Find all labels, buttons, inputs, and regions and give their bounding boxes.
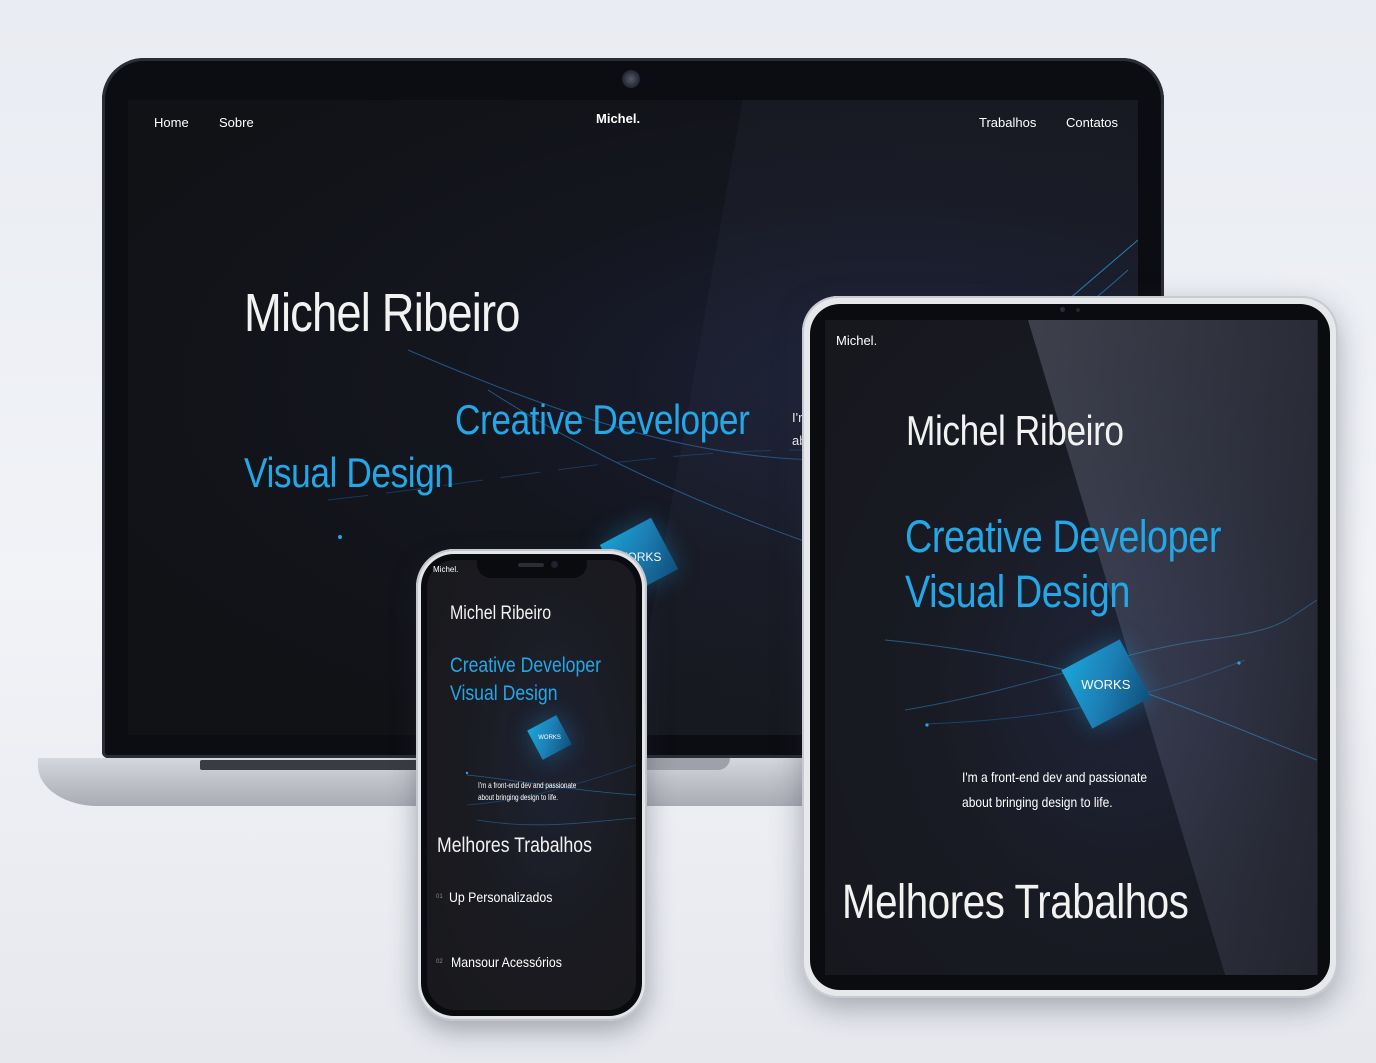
list-item[interactable]: 02 Mansour Acessórios — [435, 951, 615, 975]
tablet-camera-icon — [1060, 307, 1065, 312]
tablet-sensor-icon — [1076, 308, 1080, 312]
phone-tagline-line-1: I'm a front-end dev and passionate — [478, 781, 577, 790]
brand-logo[interactable]: Michel. — [596, 111, 640, 126]
list-item[interactable]: 01 Up Personalizados — [435, 886, 615, 910]
phone-hero-name: Michel Ribeiro — [450, 603, 552, 624]
work-item-title: Mansour Acessórios — [451, 954, 562, 970]
phone-notch — [477, 556, 587, 578]
tablet-hero-role-visual: Visual Design — [905, 566, 1130, 617]
tablet-tagline-line-1: I'm a front-end dev and passionate — [962, 769, 1148, 785]
hero-role-creative: Creative Developer — [455, 396, 750, 443]
tablet-works-badge-label: WORKS — [1081, 676, 1131, 692]
nav-trabalhos-link[interactable]: Trabalhos — [979, 115, 1036, 130]
phone-hero-role-visual: Visual Design — [450, 682, 558, 705]
hero-name: Michel Ribeiro — [244, 283, 520, 343]
camera-icon — [622, 70, 640, 88]
nav-home-link[interactable]: Home — [154, 115, 189, 130]
tablet-hero-role-creative: Creative Developer — [905, 511, 1221, 562]
hero-role-visual: Visual Design — [244, 449, 454, 496]
phone-speaker-icon — [518, 563, 544, 567]
work-item-number: 01 — [436, 894, 443, 900]
hero-tagline-partial: I'r — [792, 410, 803, 425]
tablet-section-title: Melhores Trabalhos — [842, 876, 1189, 929]
work-item-number: 02 — [436, 959, 443, 965]
work-item-title: Up Personalizados — [449, 889, 553, 905]
phone-section-title: Melhores Trabalhos — [437, 834, 592, 857]
nav-contatos-link[interactable]: Contatos — [1066, 115, 1118, 130]
phone-brand-logo[interactable]: Michel. — [433, 565, 458, 574]
phone-camera-icon — [551, 561, 558, 568]
tablet-brand-logo[interactable]: Michel. — [836, 333, 877, 348]
nav-sobre-link[interactable]: Sobre — [219, 115, 254, 130]
phone-tagline-line-2: about bringing design to life. — [478, 793, 559, 802]
tablet-tagline-line-2: about bringing design to life. — [962, 794, 1113, 810]
phone-hero-role-creative: Creative Developer — [450, 654, 602, 677]
tablet-hero-name: Michel Ribeiro — [906, 407, 1124, 454]
phone-works-badge-label: WORKS — [538, 734, 561, 741]
